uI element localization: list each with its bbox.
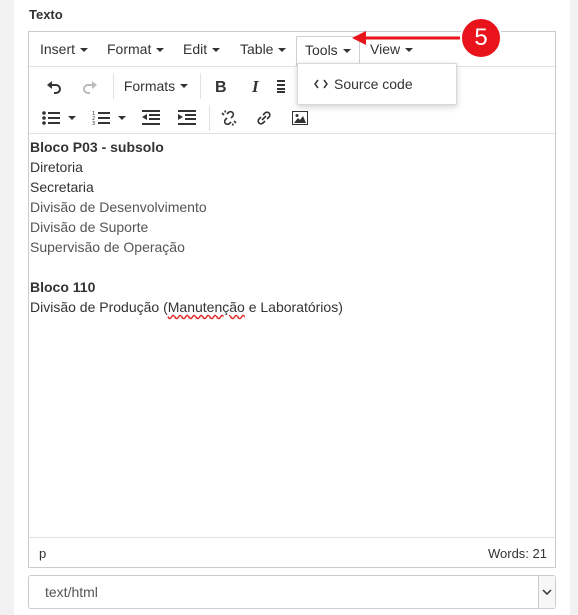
align-button[interactable] xyxy=(277,72,295,100)
misspelled-word: Manutenção xyxy=(167,299,245,315)
unlink-button[interactable] xyxy=(214,104,244,132)
mode-select-value: text/html xyxy=(45,584,98,600)
undo-icon xyxy=(47,81,61,94)
formats-label: Formats xyxy=(123,78,176,94)
tools-dropdown-menu: Source code xyxy=(297,63,457,105)
rich-text-editor: Insert Format Edit Table Tools View Form… xyxy=(28,31,556,568)
content-line: Secretaria xyxy=(30,179,94,195)
step-badge: 5 xyxy=(460,17,502,59)
word-count: Words: 21 xyxy=(487,546,547,561)
numbered-list-icon: 123 xyxy=(92,111,110,126)
content-line: Divisão de Desenvolvimento xyxy=(30,199,207,215)
italic-button[interactable]: I xyxy=(241,72,271,100)
content-line: Divisão de Produção (Manutenção e Labora… xyxy=(30,299,343,315)
menu-insert[interactable]: Insert xyxy=(32,36,96,63)
chevron-down-icon xyxy=(156,48,165,53)
bold-button[interactable]: B xyxy=(205,72,235,100)
toolbar-separator xyxy=(209,105,210,131)
chevron-down-icon xyxy=(278,48,287,53)
outdent-button[interactable] xyxy=(136,104,166,132)
chevron-down-icon xyxy=(80,48,89,53)
svg-text:B: B xyxy=(215,79,227,94)
content-line: Diretoria xyxy=(30,159,83,175)
image-icon xyxy=(292,111,308,125)
svg-text:I: I xyxy=(251,78,260,94)
editor-content[interactable]: Bloco P03 - subsolo Diretoria Secretaria… xyxy=(29,134,555,534)
svg-text:3: 3 xyxy=(92,121,95,126)
link-icon xyxy=(257,111,271,125)
menu-insert-label: Insert xyxy=(40,41,76,57)
source-code-label: Source code xyxy=(334,76,413,92)
element-path[interactable]: p xyxy=(39,546,46,561)
link-button[interactable] xyxy=(249,104,279,132)
formats-dropdown[interactable]: Formats xyxy=(119,72,193,100)
italic-icon: I xyxy=(251,78,260,94)
undo-button[interactable] xyxy=(39,72,69,100)
menu-edit[interactable]: Edit xyxy=(175,36,228,63)
bold-icon: B xyxy=(215,79,227,94)
redo-icon xyxy=(83,81,97,94)
editor-toolbar: Formats B I 123 xyxy=(29,67,555,134)
chevron-down-icon xyxy=(538,576,555,608)
menu-format-label: Format xyxy=(107,41,152,57)
content-line: Divisão de Suporte xyxy=(30,219,149,235)
editor-statusbar: p Words: 21 xyxy=(29,537,555,568)
bullet-list-button[interactable] xyxy=(37,104,81,132)
toolbar-separator xyxy=(200,73,201,99)
code-icon xyxy=(314,79,328,89)
menu-table[interactable]: Table xyxy=(232,36,294,63)
content-line: Bloco 110 xyxy=(30,279,96,295)
chevron-down-icon xyxy=(68,116,76,120)
outdent-icon xyxy=(142,110,160,125)
content-line: Bloco P03 - subsolo xyxy=(30,139,164,155)
menu-table-label: Table xyxy=(240,41,274,57)
chevron-down-icon xyxy=(180,84,189,88)
unlink-icon xyxy=(221,110,237,126)
toolbar-separator xyxy=(113,73,114,99)
menu-format[interactable]: Format xyxy=(99,36,172,63)
source-code-menu-item[interactable]: Source code xyxy=(298,64,456,104)
redo-button[interactable] xyxy=(75,72,105,100)
chevron-down-icon xyxy=(212,48,221,53)
indent-button[interactable] xyxy=(172,104,202,132)
menu-tools-label: Tools xyxy=(305,42,338,58)
bullet-list-icon xyxy=(42,111,60,125)
field-label: Texto xyxy=(29,7,63,22)
chevron-down-icon xyxy=(118,116,126,120)
align-icon xyxy=(277,80,285,93)
mode-select[interactable]: text/html xyxy=(28,575,556,609)
image-button[interactable] xyxy=(285,104,315,132)
content-line: Supervisão de Operação xyxy=(30,239,185,255)
menu-edit-label: Edit xyxy=(183,41,208,57)
numbered-list-button[interactable]: 123 xyxy=(87,104,131,132)
indent-icon xyxy=(178,110,196,125)
